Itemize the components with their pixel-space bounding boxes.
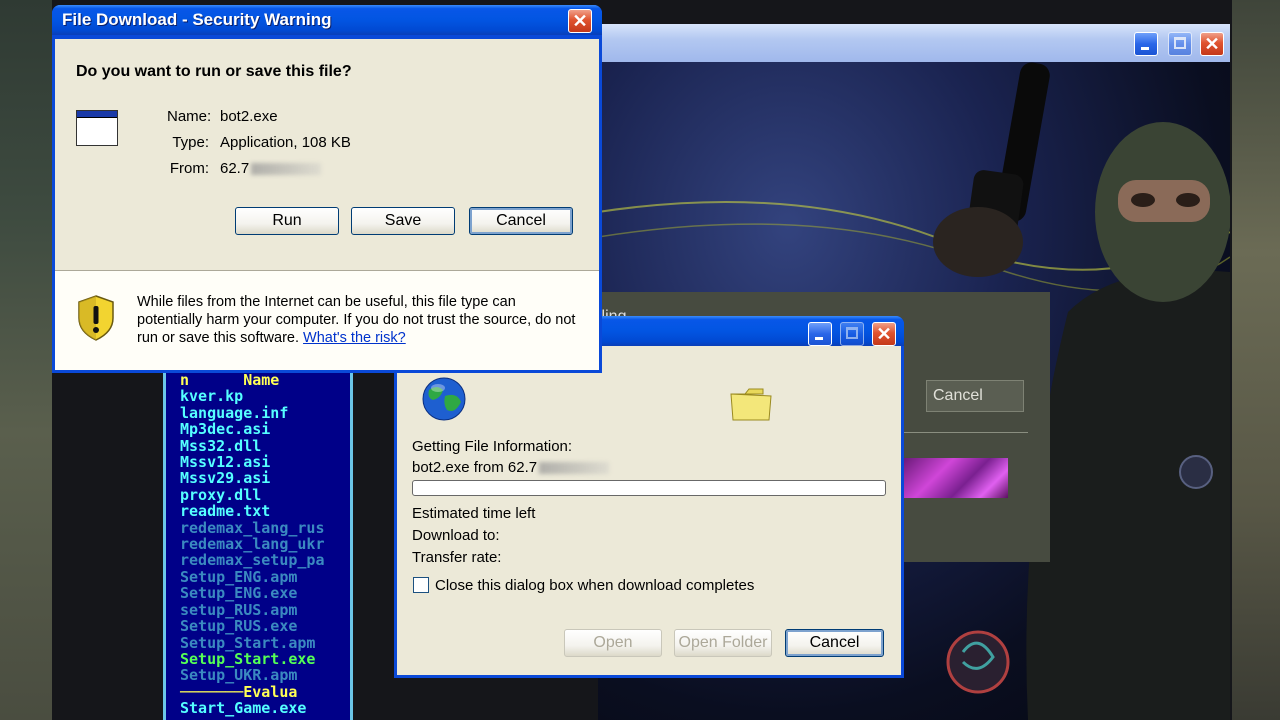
close-icon: ✕ xyxy=(572,11,588,31)
globe-icon xyxy=(422,377,466,421)
whats-the-risk-link[interactable]: What's the risk? xyxy=(303,330,406,346)
list-item[interactable]: Setup_Start.exe xyxy=(166,650,350,667)
installer-cancel-button[interactable]: Cancel xyxy=(926,380,1024,412)
list-item[interactable]: Setup_ENG.exe xyxy=(166,585,350,602)
maximize-icon xyxy=(846,327,858,339)
list-item[interactable]: Setup_RUS.exe xyxy=(166,618,350,635)
installer-divider xyxy=(898,432,1028,433)
type-label: Type: xyxy=(172,134,209,151)
download-status-label: Getting File Information: xyxy=(412,438,573,455)
minimize-icon xyxy=(1141,47,1149,50)
security-warning-dialog: File Download - Security Warning ✕ Do yo… xyxy=(52,5,602,373)
warning-line-1: While files from the Internet can be use… xyxy=(137,294,516,310)
download-progress-bar xyxy=(412,480,886,496)
download-source-text: bot2.exe from 62.7 xyxy=(412,459,538,476)
redacted-blur xyxy=(539,462,610,475)
open-folder-button[interactable]: Open Folder xyxy=(674,629,772,657)
security-shield-icon xyxy=(78,295,114,341)
list-item[interactable]: Mp3dec.asi xyxy=(166,421,350,438)
warning-line-3-text: run or save this software. xyxy=(137,330,299,346)
warning-line-3: run or save this software. What's the ri… xyxy=(137,330,406,346)
open-button[interactable]: Open xyxy=(564,629,662,657)
minimize-icon xyxy=(815,337,823,340)
list-item[interactable]: language.inf xyxy=(166,404,350,421)
game-minimize-button[interactable] xyxy=(1134,32,1158,56)
cancel-button[interactable]: Cancel xyxy=(469,207,573,235)
run-button[interactable]: Run xyxy=(235,207,339,235)
list-item[interactable]: Setup_ENG.apm xyxy=(166,568,350,585)
close-when-complete-label[interactable]: Close this dialog box when download comp… xyxy=(435,577,754,594)
list-item[interactable]: readme.txt xyxy=(166,503,350,520)
file-list-header-name: Name xyxy=(243,372,280,389)
list-item[interactable]: Setup_UKR.apm xyxy=(166,667,350,684)
download-source: bot2.exe from 62.7 xyxy=(412,459,610,476)
list-item[interactable]: kver.kp xyxy=(166,388,350,405)
list-item[interactable]: Mssv29.asi xyxy=(166,470,350,487)
list-item[interactable]: Mssv12.asi xyxy=(166,454,350,471)
close-icon: ✕ xyxy=(876,324,892,344)
list-item[interactable]: Mss32.dll xyxy=(166,437,350,454)
game-maximize-button[interactable] xyxy=(1168,32,1192,56)
download-cancel-button[interactable]: Cancel xyxy=(785,629,884,657)
list-item[interactable]: redemax_lang_ukr xyxy=(166,536,350,553)
download-close-button[interactable]: ✕ xyxy=(872,322,896,346)
close-icon: ✕ xyxy=(1204,34,1220,54)
warning-line-2: potentially harm your computer. If you d… xyxy=(137,312,576,328)
security-dialog-titlebar[interactable]: File Download - Security Warning xyxy=(52,5,602,35)
save-button[interactable]: Save xyxy=(351,207,455,235)
download-maximize-button[interactable] xyxy=(840,322,864,346)
file-list-footer-label: Evalua xyxy=(243,682,298,701)
name-label: Name: xyxy=(167,108,212,125)
list-item[interactable]: Setup_Start.apm xyxy=(166,634,350,651)
name-value: bot2.exe xyxy=(220,108,278,125)
file-list-panel: n Name kver.kp language.inf Mp3dec.asi M… xyxy=(163,372,353,720)
from-value-text: 62.7 xyxy=(220,160,250,177)
list-item[interactable]: redemax_lang_rus xyxy=(166,519,350,536)
download-to-label: Download to: xyxy=(412,527,500,544)
from-value: 62.7 xyxy=(220,160,322,177)
security-dialog-body: Do you want to run or save this file? Na… xyxy=(55,39,599,370)
security-close-button[interactable]: ✕ xyxy=(568,9,592,33)
folder-icon xyxy=(730,388,772,421)
from-label: From: xyxy=(169,160,209,177)
close-when-complete-checkbox[interactable] xyxy=(413,577,429,593)
file-list-footer: ───────Evalua xyxy=(180,682,298,701)
download-minimize-button[interactable] xyxy=(808,322,832,346)
application-icon xyxy=(76,110,118,146)
game-window-titlebar[interactable]: ✕ xyxy=(598,24,1230,62)
security-question: Do you want to run or save this file? xyxy=(76,63,352,80)
video-blur-left xyxy=(0,0,52,720)
download-dialog-body: Getting File Information: bot2.exe from … xyxy=(397,346,901,675)
file-list-header: n Name xyxy=(166,372,350,388)
redacted-blur xyxy=(251,163,322,176)
list-item[interactable]: setup_RUS.apm xyxy=(166,601,350,618)
transfer-rate-label: Transfer rate: xyxy=(412,549,502,566)
maximize-icon xyxy=(1174,37,1186,49)
video-blur-right xyxy=(1232,0,1280,720)
list-item[interactable]: Start_Game.exe xyxy=(166,700,350,717)
list-item[interactable]: proxy.dll xyxy=(166,486,350,503)
type-value: Application, 108 KB xyxy=(220,134,351,151)
installer-logo xyxy=(904,458,1008,498)
list-item[interactable]: redemax_setup_pa xyxy=(166,552,350,569)
estimated-time-label: Estimated time left xyxy=(412,505,536,522)
game-close-button[interactable]: ✕ xyxy=(1200,32,1224,56)
